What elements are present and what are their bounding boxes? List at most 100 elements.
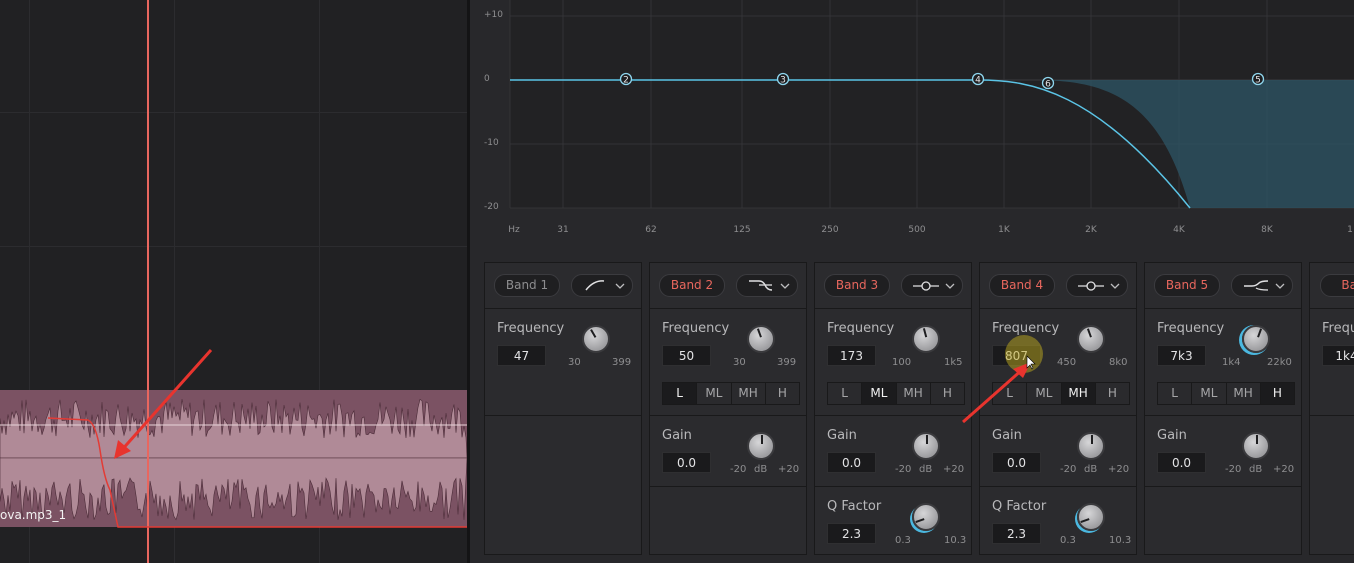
freq-min-label: 30: [733, 357, 746, 368]
freq-max-label: 399: [777, 357, 797, 368]
range-l-button[interactable]: L: [1158, 383, 1193, 404]
range-h-button[interactable]: H: [1260, 383, 1294, 404]
band-4-card: Band 4 Frequency 807 450 8k0 L ML MH H G…: [979, 262, 1137, 555]
gain-max-label: +20: [1273, 464, 1295, 475]
eq-curve-plot[interactable]: 2 3 4 6 5: [470, 0, 1354, 240]
gain-min-label: -20: [1225, 464, 1242, 475]
gain-min-label: -20: [895, 464, 912, 475]
band-2-gain-knob[interactable]: [747, 432, 775, 460]
gain-label: Gain: [992, 428, 1022, 443]
db-label: -10: [484, 138, 499, 148]
playhead[interactable]: [147, 0, 149, 563]
band-2-filter-type-dropdown[interactable]: [736, 274, 798, 297]
db-label: +10: [484, 10, 503, 20]
band-5-toggle-button[interactable]: Band 5: [1154, 274, 1220, 297]
band-3-q-factor-field[interactable]: 2.3: [827, 523, 876, 544]
band-3-gain-field[interactable]: 0.0: [827, 452, 876, 473]
hz-label: 62: [645, 225, 657, 235]
range-mh-button[interactable]: MH: [731, 383, 766, 404]
range-ml-button[interactable]: ML: [1192, 383, 1227, 404]
q-min-label: 0.3: [1060, 535, 1076, 546]
band-2-range-selector: L ML MH H: [662, 382, 800, 405]
timeline-panel[interactable]: ova.mp3_1: [0, 0, 467, 563]
band-3-frequency-knob[interactable]: [912, 325, 940, 353]
db-label: -20: [484, 202, 499, 212]
band-2-frequency-knob[interactable]: [747, 325, 775, 353]
band-2-toggle-button[interactable]: Band 2: [659, 274, 725, 297]
band-5-gain-field[interactable]: 0.0: [1157, 452, 1206, 473]
band-4-gain-field[interactable]: 0.0: [992, 452, 1041, 473]
high-shelf-icon: [1244, 280, 1285, 291]
q-min-label: 0.3: [895, 535, 911, 546]
band-4-toggle-button[interactable]: Band 4: [989, 274, 1055, 297]
hz-label: Hz: [508, 225, 520, 235]
band-3-q-factor-knob[interactable]: [912, 503, 940, 531]
band-2-gain-field[interactable]: 0.0: [662, 452, 711, 473]
band-3-toggle-button[interactable]: Band 3: [824, 274, 890, 297]
freq-min-label: 1k4: [1222, 357, 1241, 368]
gain-max-label: +20: [943, 464, 965, 475]
freq-max-label: 8k0: [1109, 357, 1128, 368]
band-1-toggle-button[interactable]: Band 1: [494, 274, 560, 297]
band-6-card: Ban Frequ 1k4: [1309, 262, 1354, 555]
band-4-gain-knob[interactable]: [1077, 432, 1105, 460]
clip-name: ova.mp3_1: [0, 508, 67, 522]
range-h-button[interactable]: H: [1095, 383, 1129, 404]
eq-node-label: 6: [1045, 80, 1051, 90]
frequency-label: Frequency: [1157, 321, 1225, 336]
frequency-label: Frequ: [1322, 321, 1354, 336]
equalizer-panel: 23465 +10 0 -10 -20 Hz 31 62 125 250 500…: [470, 0, 1354, 563]
band-6-frequency-field[interactable]: 1k4: [1322, 345, 1354, 366]
band-2-frequency-field[interactable]: 50: [662, 345, 711, 366]
gain-max-label: +20: [778, 464, 800, 475]
audio-clip[interactable]: [0, 390, 467, 527]
band-5-frequency-field[interactable]: 7k3: [1157, 345, 1206, 366]
q-max-label: 10.3: [944, 535, 967, 546]
band-1-frequency-knob[interactable]: [582, 325, 610, 353]
range-mh-button[interactable]: MH: [1061, 383, 1096, 404]
band-2-card: Band 2 Frequency 50 30 399 L ML MH H Gai…: [649, 262, 807, 555]
range-h-button[interactable]: H: [930, 383, 964, 404]
range-mh-button[interactable]: MH: [1226, 383, 1261, 404]
high-pass-icon: [585, 280, 625, 291]
range-l-button[interactable]: L: [663, 383, 698, 404]
band-5-frequency-knob[interactable]: [1242, 325, 1270, 353]
eq-graph[interactable]: 2 3 4 6 5 +10 0 -10 -20 Hz 31 62 125 250 500…: [470, 0, 1354, 240]
frequency-label: Frequency: [497, 321, 565, 336]
range-ml-button[interactable]: ML: [697, 383, 732, 404]
range-ml-button[interactable]: ML: [1027, 383, 1062, 404]
hz-label: 31: [557, 225, 569, 235]
hz-label: 8K: [1261, 225, 1273, 235]
band-4-range-selector: L ML MH H: [992, 382, 1130, 405]
range-h-button[interactable]: H: [765, 383, 799, 404]
band-4-q-factor-field[interactable]: 2.3: [992, 523, 1041, 544]
gain-label: Gain: [827, 428, 857, 443]
band-5-filter-type-dropdown[interactable]: [1231, 274, 1293, 297]
eq-node-label: 3: [780, 76, 786, 86]
band-3-frequency-field[interactable]: 173: [827, 345, 876, 366]
frequency-label: Frequency: [662, 321, 730, 336]
freq-min-label: 100: [892, 357, 912, 368]
band-4-frequency-knob[interactable]: [1077, 325, 1105, 353]
band-5-gain-knob[interactable]: [1242, 432, 1270, 460]
audio-waveform: [0, 390, 467, 527]
band-4-frequency-field[interactable]: 807: [992, 345, 1041, 366]
eq-node-label: 4: [975, 76, 981, 86]
band-1-frequency-field[interactable]: 47: [497, 345, 546, 366]
range-l-button[interactable]: L: [828, 383, 863, 404]
band-3-filter-type-dropdown[interactable]: [901, 274, 963, 297]
band-3-gain-knob[interactable]: [912, 432, 940, 460]
band-6-toggle-button[interactable]: Ban: [1320, 274, 1354, 297]
freq-max-label: 22k0: [1267, 357, 1292, 368]
band-4-filter-type-dropdown[interactable]: [1066, 274, 1128, 297]
range-ml-button[interactable]: ML: [862, 383, 897, 404]
band-1-filter-type-dropdown[interactable]: [571, 274, 633, 297]
gain-label: Gain: [1157, 428, 1187, 443]
band-3-range-selector: L ML MH H: [827, 382, 965, 405]
range-l-button[interactable]: L: [993, 383, 1028, 404]
range-mh-button[interactable]: MH: [896, 383, 931, 404]
band-4-q-factor-knob[interactable]: [1077, 503, 1105, 531]
hz-label: 1: [1347, 225, 1353, 235]
hz-label: 125: [733, 225, 751, 235]
gain-max-label: +20: [1108, 464, 1130, 475]
